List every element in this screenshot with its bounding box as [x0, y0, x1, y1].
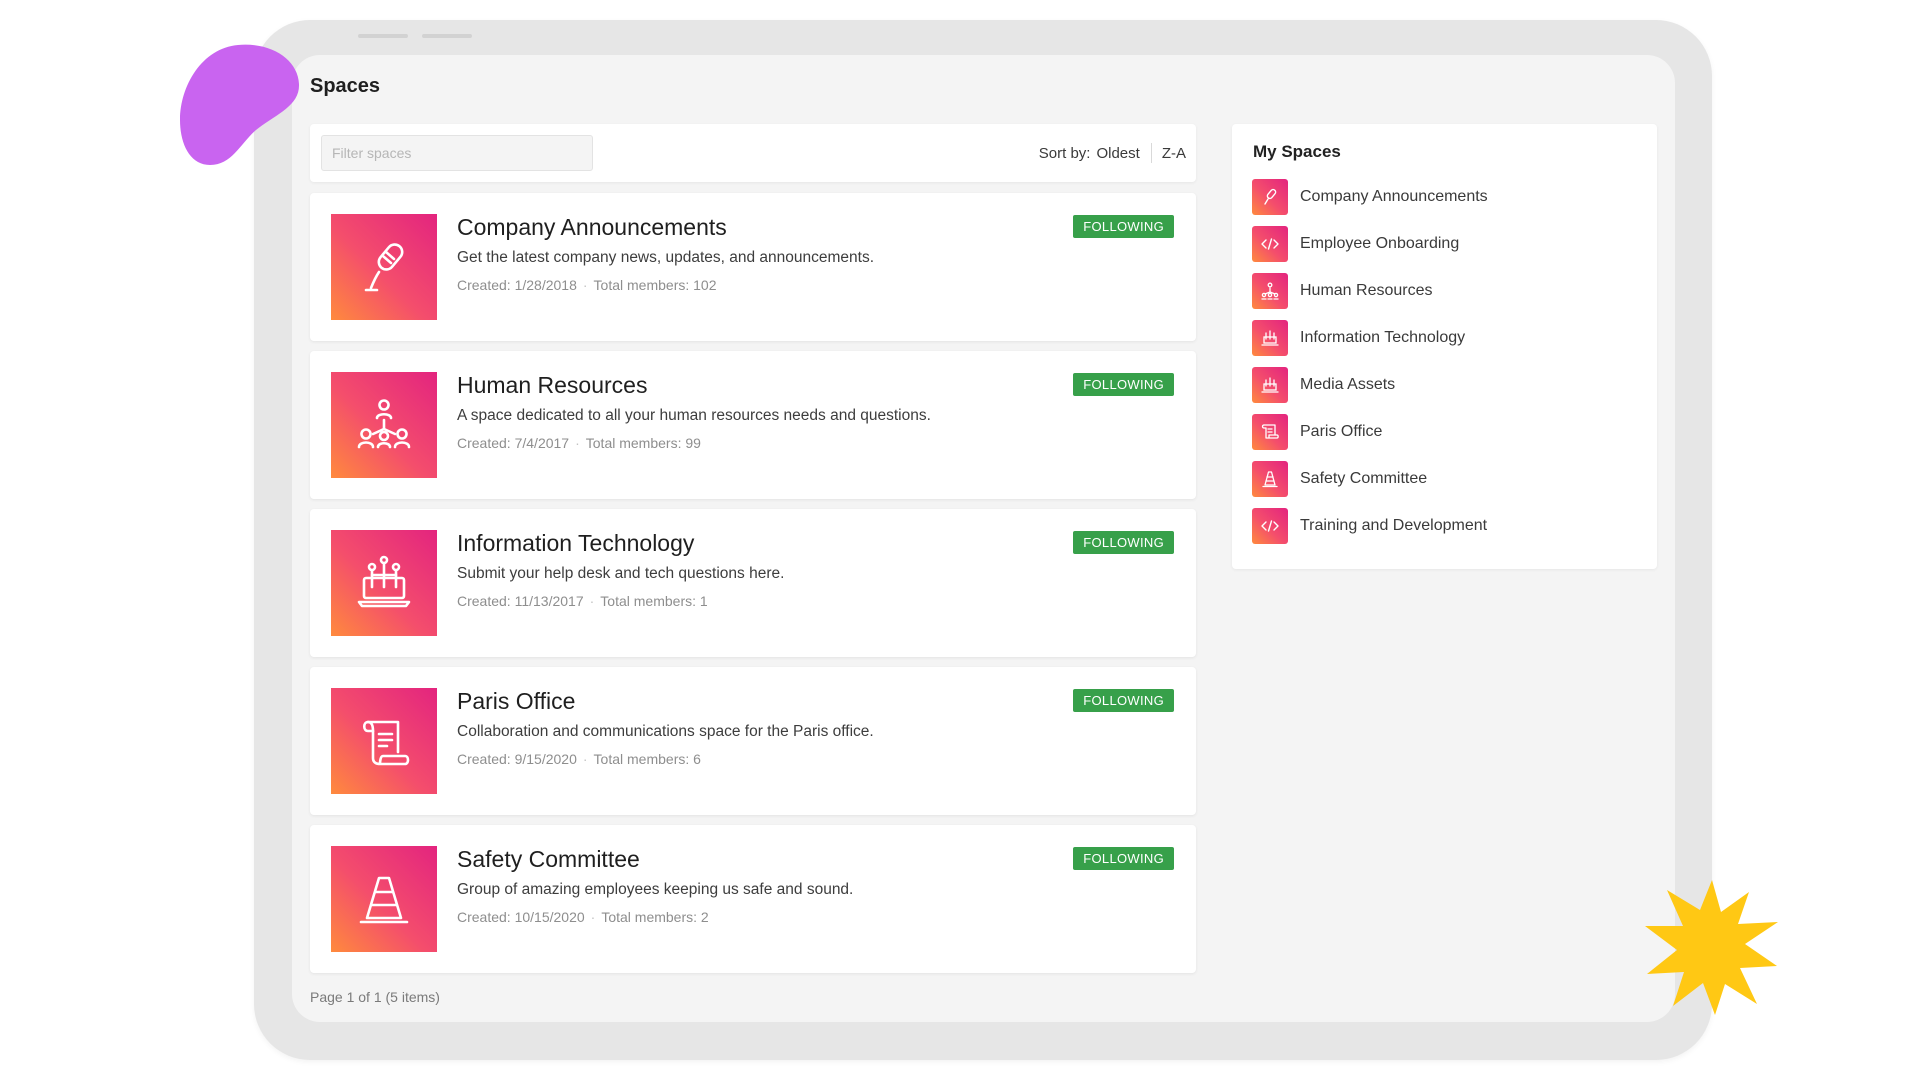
- following-badge[interactable]: FOLLOWING: [1073, 531, 1174, 554]
- my-space-label: Human Resources: [1300, 282, 1433, 299]
- my-space-label: Paris Office: [1300, 423, 1383, 440]
- space-meta: Created: 1/28/2018 · Total members: 102: [457, 277, 717, 293]
- space-card[interactable]: Information Technology Submit your help …: [310, 509, 1196, 657]
- my-space-label: Information Technology: [1300, 329, 1466, 346]
- scroll-icon: [331, 688, 437, 794]
- my-space-item[interactable]: Paris Office: [1252, 414, 1382, 450]
- space-card[interactable]: Human Resources A space dedicated to all…: [310, 351, 1196, 499]
- microphone-icon: [331, 214, 437, 320]
- my-space-label: Safety Committee: [1300, 470, 1428, 487]
- people-network-icon: [1252, 273, 1288, 309]
- space-title[interactable]: Safety Committee: [457, 846, 640, 873]
- space-description: A space dedicated to all your human reso…: [457, 407, 931, 424]
- my-space-label: Media Assets: [1300, 376, 1396, 393]
- pagination-info: Page 1 of 1 (5 items): [310, 989, 440, 1005]
- laptop-network-icon: [1252, 367, 1288, 403]
- my-space-item[interactable]: Employee Onboarding: [1252, 226, 1459, 262]
- space-created: Created: 9/15/2020: [457, 751, 577, 767]
- my-space-label: Company Announcements: [1300, 188, 1488, 205]
- space-title[interactable]: Human Resources: [457, 372, 647, 399]
- space-meta: Created: 10/15/2020 · Total members: 2: [457, 909, 709, 925]
- space-members: Total members: 2: [601, 909, 709, 925]
- scroll-icon: [1252, 414, 1288, 450]
- space-members: Total members: 99: [585, 435, 701, 451]
- sort-controls: Sort by: Oldest Z-A: [1039, 124, 1186, 182]
- space-title[interactable]: Information Technology: [457, 530, 694, 557]
- code-icon: [1252, 508, 1288, 544]
- space-description: Submit your help desk and tech questions…: [457, 565, 785, 582]
- people-network-icon: [331, 372, 437, 478]
- my-space-item[interactable]: Information Technology: [1252, 320, 1465, 356]
- space-members: Total members: 1: [600, 593, 708, 609]
- space-title[interactable]: Paris Office: [457, 688, 575, 715]
- space-card[interactable]: Company Announcements Get the latest com…: [310, 193, 1196, 341]
- spaces-toolbar: Sort by: Oldest Z-A: [310, 124, 1196, 182]
- code-icon: [1252, 226, 1288, 262]
- sort-divider: [1150, 143, 1152, 163]
- traffic-cone-icon: [331, 846, 437, 952]
- space-card[interactable]: Paris Office Collaboration and communica…: [310, 667, 1196, 815]
- space-description: Group of amazing employees keeping us sa…: [457, 881, 854, 898]
- tablet-button: [358, 34, 408, 38]
- space-card[interactable]: Safety Committee Group of amazing employ…: [310, 825, 1196, 973]
- tablet-button: [422, 34, 472, 38]
- my-space-item[interactable]: Human Resources: [1252, 273, 1433, 309]
- space-title[interactable]: Company Announcements: [457, 214, 727, 241]
- space-description: Get the latest company news, updates, an…: [457, 249, 875, 266]
- my-space-item[interactable]: Safety Committee: [1252, 461, 1427, 497]
- space-members: Total members: 102: [593, 277, 717, 293]
- space-created: Created: 11/13/2017: [457, 593, 584, 609]
- space-meta: Created: 11/13/2017 · Total members: 1: [457, 593, 708, 609]
- space-meta: Created: 9/15/2020 · Total members: 6: [457, 751, 701, 767]
- traffic-cone-icon: [1252, 461, 1288, 497]
- app-screen: Spaces Sort by: Oldest Z-A Company Annou…: [292, 55, 1675, 1022]
- space-meta: Created: 7/4/2017 · Total members: 99: [457, 435, 701, 451]
- space-created: Created: 1/28/2018: [457, 277, 577, 293]
- following-badge[interactable]: FOLLOWING: [1073, 373, 1174, 396]
- laptop-network-icon: [331, 530, 437, 636]
- space-created: Created: 10/15/2020: [457, 909, 585, 925]
- yellow-starburst-decoration: [1645, 880, 1778, 1015]
- microphone-icon: [1252, 179, 1288, 215]
- sort-order-toggle[interactable]: Z-A: [1162, 145, 1186, 162]
- laptop-network-icon: [1252, 320, 1288, 356]
- my-space-label: Training and Development: [1300, 517, 1488, 534]
- my-space-item[interactable]: Company Announcements: [1252, 179, 1488, 215]
- filter-spaces-input[interactable]: [321, 135, 593, 171]
- following-badge[interactable]: FOLLOWING: [1073, 847, 1174, 870]
- space-description: Collaboration and communications space f…: [457, 723, 874, 740]
- sort-label: Sort by:: [1038, 144, 1091, 162]
- my-space-item[interactable]: Media Assets: [1252, 367, 1395, 403]
- space-created: Created: 7/4/2017: [457, 435, 570, 451]
- space-members: Total members: 6: [593, 751, 701, 767]
- purple-blob-decoration: [180, 44, 300, 166]
- my-spaces-panel: My Spaces Company Announcements Employee…: [1232, 124, 1657, 569]
- my-space-label: Employee Onboarding: [1300, 235, 1460, 252]
- my-space-item[interactable]: Training and Development: [1252, 508, 1487, 544]
- page-title: Spaces: [310, 75, 381, 97]
- my-spaces-title: My Spaces: [1253, 142, 1341, 161]
- following-badge[interactable]: FOLLOWING: [1073, 215, 1174, 238]
- sort-dropdown[interactable]: Oldest: [1096, 145, 1139, 162]
- following-badge[interactable]: FOLLOWING: [1073, 689, 1174, 712]
